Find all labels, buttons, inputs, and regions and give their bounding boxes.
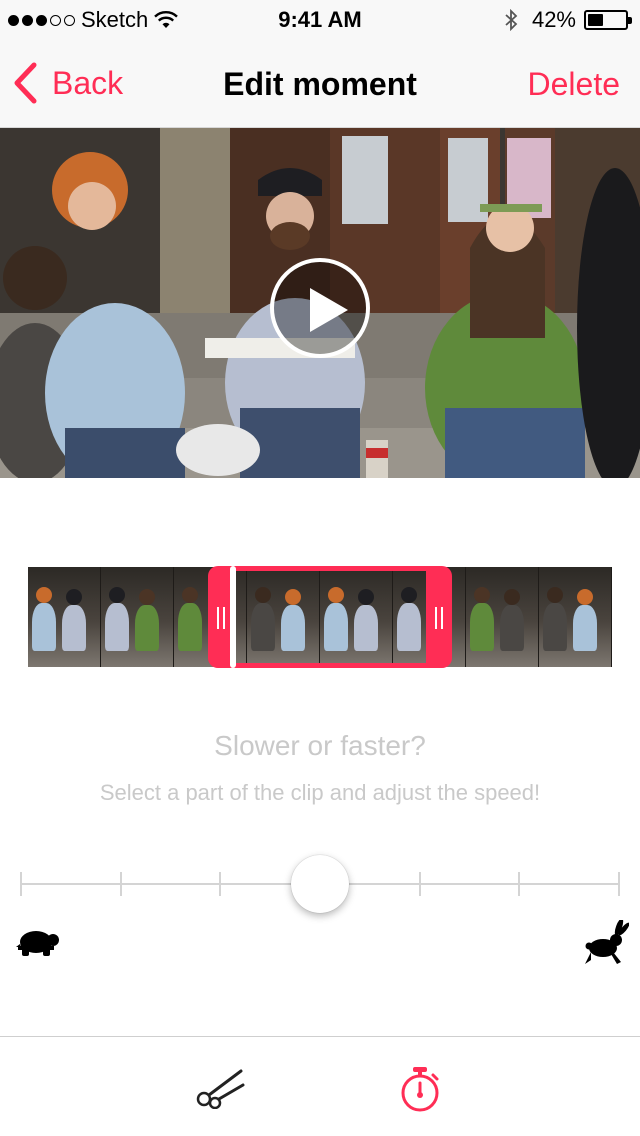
filmstrip-frame: [466, 567, 539, 667]
bluetooth-icon: [505, 9, 518, 31]
battery-percent: 42%: [531, 7, 576, 32]
video-preview[interactable]: [0, 128, 640, 478]
frame-figure: [543, 603, 567, 651]
battery-icon: [584, 10, 632, 30]
frame-figure: [500, 605, 524, 651]
tab-cut[interactable]: [140, 1037, 300, 1136]
scissors-icon: [196, 1069, 245, 1109]
tab-speed[interactable]: [343, 1037, 503, 1136]
speed-subheading: Select a part of the clip and adjust the…: [99, 780, 541, 805]
delete-button[interactable]: Delete: [528, 66, 621, 103]
battery-tip: [628, 17, 632, 24]
play-button[interactable]: [270, 258, 370, 358]
frame-figure: [105, 603, 129, 651]
slider-thumb[interactable]: [291, 855, 349, 913]
left-trim-handle[interactable]: [217, 607, 225, 629]
playhead[interactable]: [230, 566, 236, 668]
frame-figure: [178, 603, 202, 651]
tab-bar: [0, 1036, 640, 1136]
slider-tick: [219, 872, 221, 896]
clip-selection-range[interactable]: [208, 566, 452, 668]
frame-figure: [62, 605, 86, 651]
filmstrip-frame: [28, 567, 101, 667]
battery-fill: [588, 14, 604, 26]
frame-figure: [504, 589, 520, 605]
speed-slider[interactable]: [20, 850, 620, 920]
frame-figure: [470, 603, 494, 651]
stopwatch-icon: [401, 1067, 439, 1112]
frame-figure: [32, 603, 56, 651]
filmstrip-frame: [539, 567, 612, 667]
frame-figure: [36, 587, 52, 603]
right-trim-handle[interactable]: [435, 607, 443, 629]
slider-tick: [120, 872, 122, 896]
frame-figure: [474, 587, 490, 603]
slider-tick: [518, 872, 520, 896]
status-right: 42%: [504, 7, 632, 33]
frame-figure: [573, 605, 597, 651]
rabbit-icon: [585, 920, 629, 964]
turtle-icon: [16, 931, 59, 956]
frame-figure: [139, 589, 155, 605]
frame-figure: [577, 589, 593, 605]
frame-figure: [182, 587, 198, 603]
slider-tick: [618, 872, 620, 896]
slider-tick: [419, 872, 421, 896]
speed-heading: Slower or faster?: [214, 730, 426, 761]
play-icon: [310, 288, 348, 332]
slider-tick: [20, 872, 22, 896]
filmstrip-frame: [101, 567, 174, 667]
frame-figure: [135, 605, 159, 651]
frame-figure: [66, 589, 82, 605]
frame-figure: [109, 587, 125, 603]
status-bar: Sketch 9:41 AM 42%: [0, 0, 640, 40]
frame-figure: [547, 587, 563, 603]
navigation-bar: Back Edit moment Delete: [0, 40, 640, 128]
